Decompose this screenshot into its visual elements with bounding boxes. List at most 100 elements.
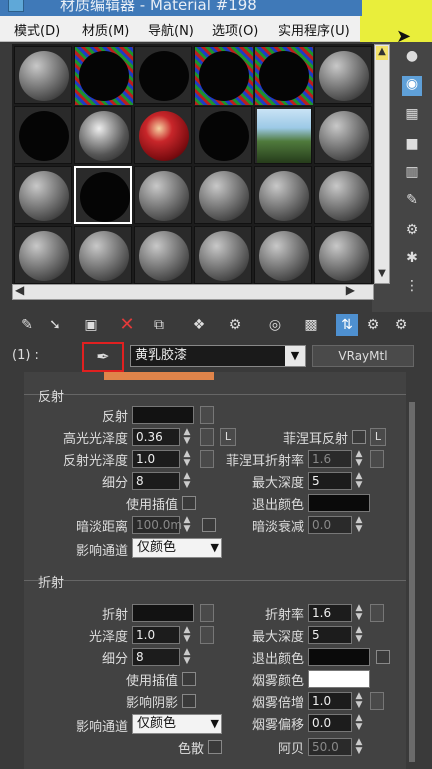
- material-slot[interactable]: [314, 166, 372, 224]
- make-preview-icon[interactable]: ✎: [402, 192, 422, 212]
- fog-bias-spinner[interactable]: ▲ ▼: [354, 714, 364, 732]
- refl-subdivs-field[interactable]: 8: [132, 472, 180, 490]
- assign-to-selection-icon[interactable]: ▣: [80, 314, 102, 336]
- scroll-left-icon[interactable]: ◀: [15, 283, 24, 297]
- material-slot[interactable]: [254, 106, 312, 164]
- refr-gloss-field[interactable]: 1.0: [132, 626, 180, 644]
- hilight-gloss-spinner[interactable]: ▲ ▼: [182, 428, 192, 446]
- select-by-material-icon[interactable]: ✱: [402, 250, 422, 270]
- material-name-field[interactable]: 黄乳胶漆 ▼: [130, 345, 306, 367]
- refr-exit-color-swatch[interactable]: [308, 648, 370, 666]
- fog-color-swatch[interactable]: [308, 670, 370, 688]
- affect-shadows-checkbox[interactable]: [182, 694, 196, 708]
- material-id-channel-icon[interactable]: ◎: [264, 314, 286, 336]
- fog-mult-map-button[interactable]: [370, 692, 384, 710]
- refr-subdivs-spinner[interactable]: ▲ ▼: [182, 648, 192, 666]
- material-slot[interactable]: [14, 166, 72, 224]
- abbe-spinner[interactable]: ▲ ▼: [354, 738, 364, 756]
- refl-affect-channels-select[interactable]: 仅颜色 ▼: [132, 538, 222, 558]
- refl-max-depth-field[interactable]: 5: [308, 472, 352, 490]
- show-end-result-icon[interactable]: ⇅: [336, 314, 358, 336]
- reset-map-icon[interactable]: ✕: [116, 314, 138, 336]
- ior-map-button[interactable]: [370, 604, 384, 622]
- dim-distance-checkbox[interactable]: [202, 518, 216, 532]
- refr-exit-color-checkbox[interactable]: [376, 650, 390, 664]
- fresnel-ior-spinner[interactable]: ▲ ▼: [354, 450, 364, 468]
- material-navigator-icon[interactable]: ⋮: [402, 278, 422, 298]
- material-slot[interactable]: [134, 166, 192, 224]
- dim-distance-spinner[interactable]: ▲ ▼: [182, 516, 192, 534]
- scroll-down-icon[interactable]: ▼: [376, 268, 388, 282]
- refr-gloss-spinner[interactable]: ▲ ▼: [182, 626, 192, 644]
- material-slot[interactable]: [194, 226, 252, 284]
- refl-exit-color-swatch[interactable]: [308, 494, 370, 512]
- material-slot[interactable]: [314, 226, 372, 284]
- ior-spinner[interactable]: ▲ ▼: [354, 604, 364, 622]
- material-slot-selected[interactable]: [74, 166, 132, 224]
- refl-use-interp-checkbox[interactable]: [182, 496, 196, 510]
- material-slot[interactable]: [74, 226, 132, 284]
- refr-subdivs-field[interactable]: 8: [132, 648, 180, 666]
- refr-affect-channels-select[interactable]: 仅颜色 ▼: [132, 714, 222, 734]
- diffuse-color-swatch-partial[interactable]: [104, 372, 214, 380]
- refract-map-button[interactable]: [200, 604, 214, 622]
- material-slot[interactable]: [134, 106, 192, 164]
- dim-falloff-field[interactable]: 0.0: [308, 516, 352, 534]
- material-slot[interactable]: [14, 46, 72, 104]
- refl-subdivs-spinner[interactable]: ▲ ▼: [182, 472, 192, 490]
- material-slot[interactable]: [14, 226, 72, 284]
- menu-utilities[interactable]: 实用程序(U): [278, 20, 350, 39]
- material-slot[interactable]: [14, 106, 72, 164]
- refl-gloss-map-button[interactable]: [200, 450, 214, 468]
- material-slot[interactable]: [74, 46, 133, 105]
- refr-gloss-map-button[interactable]: [200, 626, 214, 644]
- ior-field[interactable]: 1.6: [308, 604, 352, 622]
- material-slot[interactable]: [254, 166, 312, 224]
- refr-max-depth-field[interactable]: 5: [308, 626, 352, 644]
- make-unique-icon[interactable]: ❖: [188, 314, 210, 336]
- slots-vertical-scrollbar[interactable]: ▲ ▼: [374, 44, 390, 284]
- go-forward-sibling-icon[interactable]: ⚙: [390, 314, 412, 336]
- material-slot[interactable]: [194, 46, 253, 105]
- refr-max-depth-spinner[interactable]: ▲ ▼: [354, 626, 364, 644]
- get-material-icon[interactable]: ✎: [16, 314, 38, 336]
- panel-scrollbar[interactable]: [406, 372, 418, 769]
- material-type-button[interactable]: VRayMtl: [312, 345, 414, 367]
- dim-falloff-spinner[interactable]: ▲ ▼: [354, 516, 364, 534]
- make-copy-icon[interactable]: ⧉: [148, 314, 170, 336]
- material-slot[interactable]: [314, 106, 372, 164]
- menu-options[interactable]: 选项(O): [212, 20, 258, 39]
- fog-mult-spinner[interactable]: ▲ ▼: [354, 692, 364, 710]
- video-color-check-icon[interactable]: ▥: [402, 164, 422, 184]
- put-to-scene-icon[interactable]: ➘: [44, 314, 66, 336]
- hilight-gloss-field[interactable]: 0.36: [132, 428, 180, 446]
- menu-mode[interactable]: 模式(D): [14, 20, 60, 39]
- material-slot[interactable]: [134, 46, 192, 104]
- sample-uv-icon[interactable]: ■: [402, 136, 422, 156]
- refl-max-depth-spinner[interactable]: ▲ ▼: [354, 472, 364, 490]
- hilight-lock-button[interactable]: L: [220, 428, 236, 446]
- slots-horizontal-scrollbar[interactable]: ◀ ▶: [12, 283, 374, 300]
- material-slot[interactable]: [194, 166, 252, 224]
- backlight-icon[interactable]: ◉: [402, 76, 422, 96]
- material-slot[interactable]: [314, 46, 372, 104]
- reflect-map-button[interactable]: [200, 406, 214, 424]
- sample-type-icon[interactable]: ●: [402, 48, 422, 68]
- refract-color-swatch[interactable]: [132, 604, 194, 622]
- menu-material[interactable]: 材质(M): [82, 20, 129, 39]
- hilight-gloss-map-button[interactable]: [200, 428, 214, 446]
- panel-scrollbar-thumb[interactable]: [409, 402, 415, 762]
- material-slot[interactable]: [134, 226, 192, 284]
- material-slot[interactable]: [194, 106, 252, 164]
- fresnel-ior-field[interactable]: 1.6: [308, 450, 352, 468]
- material-slot[interactable]: [74, 106, 132, 164]
- reflect-color-swatch[interactable]: [132, 406, 194, 424]
- fresnel-lock-button[interactable]: L: [370, 428, 386, 446]
- fresnel-checkbox[interactable]: [352, 430, 366, 444]
- refr-use-interp-checkbox[interactable]: [182, 672, 196, 686]
- menu-navigation[interactable]: 导航(N): [148, 20, 194, 39]
- put-to-library-icon[interactable]: ⚙: [224, 314, 246, 336]
- chevron-down-icon[interactable]: ▼: [285, 346, 305, 366]
- refl-gloss-field[interactable]: 1.0: [132, 450, 180, 468]
- background-checker-icon[interactable]: ▦: [402, 106, 422, 126]
